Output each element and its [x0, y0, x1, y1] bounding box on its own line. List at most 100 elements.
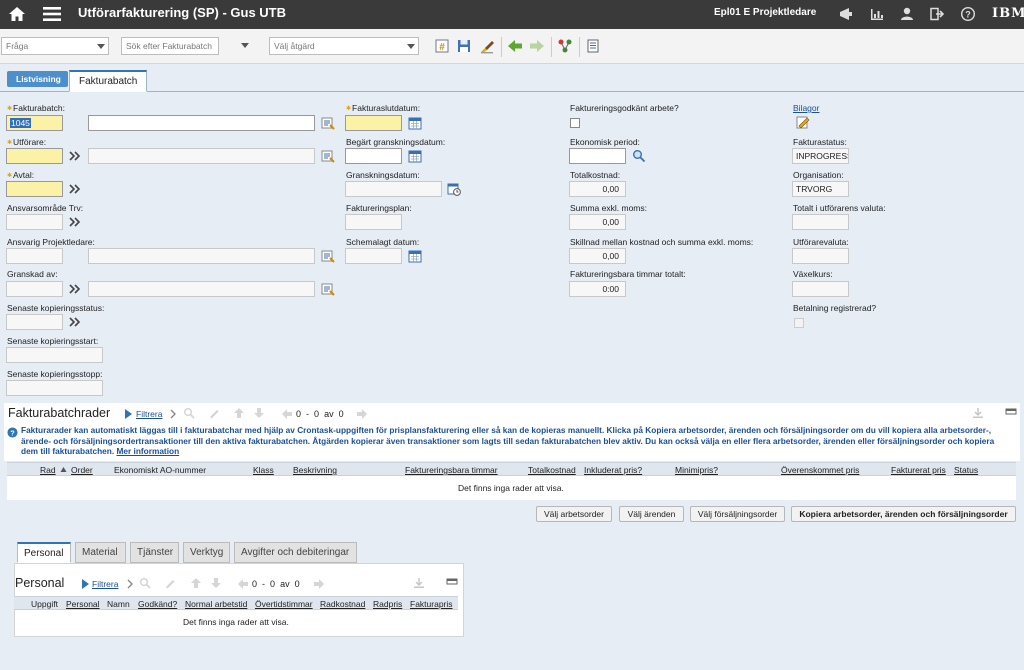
col-klass[interactable]: Klass	[253, 465, 274, 475]
filter-icon[interactable]	[80, 578, 92, 590]
more-info-link[interactable]: Mer information	[116, 446, 179, 456]
collapse-icon[interactable]	[1005, 406, 1017, 418]
col-faktureringsbara-timmar[interactable]: Faktureringsbara timmar	[405, 465, 498, 475]
search-input[interactable]: Sök efter Fakturabatch	[121, 37, 219, 55]
avtal-input[interactable]	[6, 181, 63, 197]
detail-menu-icon[interactable]	[68, 215, 82, 229]
toolbar-separator	[501, 37, 502, 57]
query-select[interactable]: Fråga	[1, 37, 109, 55]
chevron-right-icon[interactable]	[125, 578, 137, 590]
col-order[interactable]: Order	[71, 465, 93, 475]
copy-all-button[interactable]: Kopiera arbetsorder, ärenden och försälj…	[791, 506, 1016, 522]
help-icon[interactable]: ?	[960, 6, 976, 22]
col-beskrivning[interactable]: Beskrivning	[293, 465, 337, 475]
user-name[interactable]: Epl01 E Projektledare	[714, 7, 816, 18]
senaste-start-input	[6, 347, 103, 363]
profile-icon[interactable]	[899, 6, 915, 22]
detail-menu-icon[interactable]	[68, 149, 82, 163]
info-icon: ?	[7, 427, 18, 438]
totalkostnad-label: Totalkostnad:	[570, 170, 621, 180]
detail-menu-icon[interactable]	[68, 182, 82, 196]
attachments-icon[interactable]	[796, 115, 810, 129]
col-totalkostnad[interactable]: Totalkostnad	[528, 465, 576, 475]
summa-label: Summa exkl. moms:	[570, 203, 647, 213]
tab-fakturabatch[interactable]: Fakturabatch	[69, 70, 148, 92]
long-description-icon[interactable]	[321, 149, 335, 163]
avtal-label: Avtal:	[7, 170, 34, 180]
next-record-icon[interactable]	[529, 38, 545, 54]
chevron-down-icon[interactable]	[241, 43, 249, 48]
search-icon[interactable]	[632, 149, 646, 163]
calendar-icon[interactable]	[408, 149, 422, 163]
detail-menu-icon[interactable]	[68, 315, 82, 329]
pager-total: 0	[338, 409, 344, 419]
select-work-orders-button[interactable]: Välj arbetsorder	[536, 506, 612, 522]
col-overtidstimmar[interactable]: Övertidstimmar	[255, 599, 313, 609]
col-radkostnad[interactable]: Radkostnad	[320, 599, 365, 609]
fakturaslutdatum-input[interactable]	[345, 115, 402, 131]
col-personal[interactable]: Personal	[66, 599, 100, 609]
filter-icon[interactable]	[123, 408, 135, 420]
select-tickets-button[interactable]: Välj ärenden	[619, 506, 684, 522]
col-minimipris[interactable]: Minimipris?	[675, 465, 718, 475]
timmar-value: 0:00	[569, 281, 626, 297]
personal-filter-link[interactable]: Filtrera	[92, 579, 118, 589]
col-fakturerat-pris[interactable]: Fakturerat pris	[891, 465, 946, 475]
previous-record-icon[interactable]	[507, 38, 523, 54]
collapse-icon[interactable]	[446, 576, 458, 588]
fakturabatch-description-input[interactable]	[88, 115, 315, 131]
chevron-right-icon[interactable]	[168, 408, 180, 420]
search-options-dropdown[interactable]	[237, 37, 252, 55]
reports-icon[interactable]	[869, 6, 885, 22]
tab-tjanster[interactable]: Tjänster	[130, 542, 179, 563]
long-description-icon[interactable]	[321, 282, 335, 296]
faktureringsplan-label: Faktureringsplan:	[346, 203, 412, 213]
calendar-clock-icon[interactable]	[447, 182, 461, 196]
tab-list-view[interactable]: Listvisning	[7, 71, 68, 87]
col-normal-arbetstid[interactable]: Normal arbetstid	[185, 599, 247, 609]
fakturabatch-input[interactable]: 1045	[6, 115, 63, 131]
query-select-placeholder: Fråga	[6, 41, 29, 51]
godkant-checkbox[interactable]	[570, 118, 580, 128]
tab-personal[interactable]: Personal	[17, 542, 71, 563]
long-description-icon[interactable]	[321, 249, 335, 263]
action-select[interactable]: Välj åtgärd	[269, 37, 419, 55]
col-rad[interactable]: Rad	[40, 465, 56, 475]
tab-verktyg[interactable]: Verktyg	[183, 542, 230, 563]
detail-menu-icon[interactable]	[68, 282, 82, 296]
col-inkluderat-pris[interactable]: Inkluderat pris?	[584, 465, 642, 475]
col-radpris[interactable]: Radpris	[373, 599, 402, 609]
utforare-input[interactable]	[6, 148, 63, 164]
ekonomisk-period-input[interactable]	[569, 148, 626, 164]
tab-material[interactable]: Material	[75, 542, 126, 563]
select-sales-orders-button[interactable]: Välj försäljningsorder	[690, 506, 785, 522]
granskad-label: Granskad av:	[7, 269, 58, 279]
fakturaslutdatum-label: Fakturaslutdatum:	[346, 103, 420, 113]
col-status[interactable]: Status	[954, 465, 978, 475]
col-overenskommet-pris[interactable]: Överenskommet pris	[781, 465, 859, 475]
senaste-stopp-input	[6, 380, 103, 396]
col-godkand[interactable]: Godkänd?	[138, 599, 177, 609]
calendar-icon[interactable]	[408, 116, 422, 130]
chevron-down-icon[interactable]	[407, 44, 415, 49]
clear-changes-icon[interactable]	[479, 38, 495, 54]
batchrows-empty-message: Det finns inga rader att visa.	[458, 483, 564, 493]
col-fakturapris[interactable]: Fakturapris	[410, 599, 453, 609]
save-icon[interactable]	[456, 38, 472, 54]
chevron-down-icon[interactable]	[97, 44, 105, 49]
menu-icon[interactable]	[42, 5, 62, 23]
previous-page-icon	[282, 409, 292, 419]
long-description-icon[interactable]	[321, 116, 335, 130]
sort-ascending-icon[interactable]	[60, 466, 67, 474]
bilagor-link[interactable]: Bilagor	[793, 103, 819, 113]
sign-out-icon[interactable]	[929, 6, 945, 22]
calendar-icon[interactable]	[408, 249, 422, 263]
begart-input[interactable]	[345, 148, 402, 164]
batchrows-filter-link[interactable]: Filtrera	[136, 409, 162, 419]
bulletin-icon[interactable]	[838, 6, 854, 22]
new-record-icon[interactable]: #	[434, 38, 450, 54]
home-icon[interactable]	[8, 5, 26, 23]
workflow-icon[interactable]	[557, 38, 573, 54]
report-icon[interactable]	[585, 38, 601, 54]
tab-avgifter[interactable]: Avgifter och debiteringar	[234, 542, 357, 563]
